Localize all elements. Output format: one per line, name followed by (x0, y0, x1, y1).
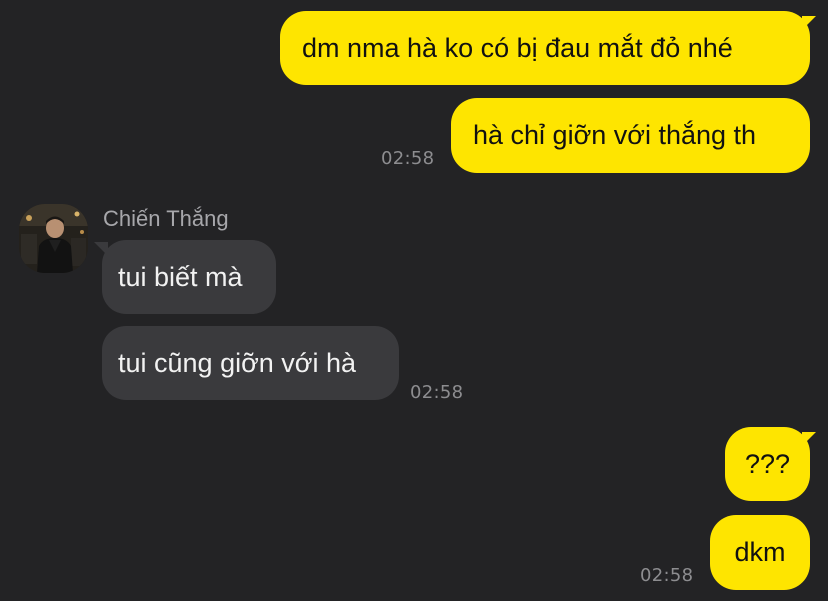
message-text: dkm (734, 537, 786, 567)
bubble-tail (802, 16, 816, 30)
outgoing-message-bubble[interactable]: ??? (725, 427, 810, 501)
message-text: ??? (744, 448, 791, 479)
message-text: tui biết mà (118, 261, 243, 292)
outgoing-message-bubble[interactable]: dkm (710, 515, 810, 590)
bubble-tail (94, 242, 108, 256)
message-timestamp: 02:58 (410, 382, 464, 403)
message-text: hà chỉ giỡn với thắng th (473, 120, 757, 150)
sender-avatar[interactable] (19, 204, 88, 273)
message-timestamp: 02:58 (381, 148, 435, 169)
incoming-message-bubble[interactable]: tui biết mà (102, 240, 276, 314)
bubble-tail (802, 432, 816, 446)
outgoing-message-bubble[interactable]: hà chỉ giỡn với thắng th (451, 98, 810, 173)
incoming-message-bubble[interactable]: tui cũng giỡn với hà (102, 326, 399, 400)
sender-name: Chiến Thắng (103, 206, 229, 231)
profile-photo-icon (19, 204, 88, 273)
message-timestamp: 02:58 (640, 565, 694, 586)
outgoing-message-bubble[interactable]: dm nma hà ko có bị đau mắt đỏ nhé (280, 11, 810, 85)
message-text: dm nma hà ko có bị đau mắt đỏ nhé (302, 32, 733, 63)
message-text: tui cũng giỡn với hà (118, 347, 357, 378)
